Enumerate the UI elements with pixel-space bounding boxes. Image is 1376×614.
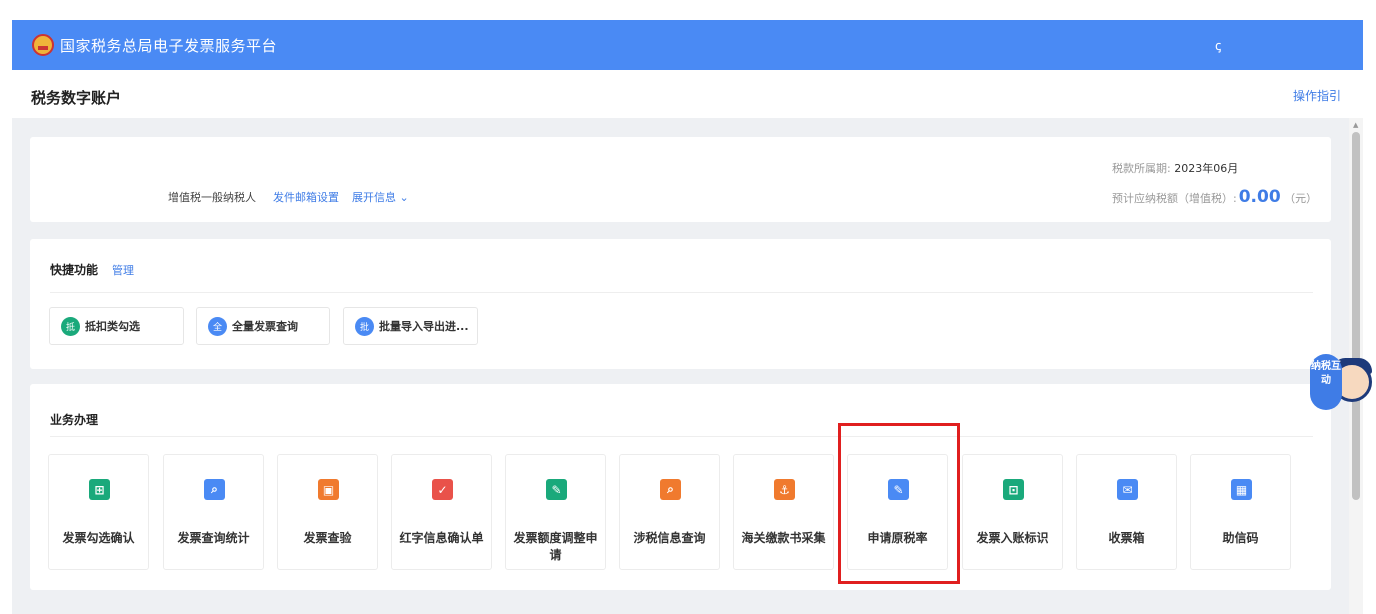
tax-period: 税款所属期: 2023年06月 (1112, 160, 1238, 176)
scroll-thumb[interactable] (1352, 132, 1360, 500)
quick-functions-title: 快捷功能 (50, 263, 99, 277)
full-query-badge-icon: 全 (208, 316, 227, 336)
business-tile[interactable]: ⌕ 发票查询统计 (163, 454, 264, 570)
mascot-label: 纳税互动 (1310, 354, 1342, 410)
business-tile-label: 发票入账标识 (976, 531, 1049, 545)
business-card: 业务办理 ⊞ 发票勾选确认 ⌕ 发票查询统计 ▣ 发票查验 ✓ 红字信息确认单 ✎ 发票额度调整申… (30, 384, 1331, 590)
invoice-check-icon: ⊞ (89, 479, 110, 500)
taxpayer-info-card: 增值税一般纳税人 发件邮箱设置 展开信息 ⌄ 税款所属期: 2023年06月 预… (30, 137, 1331, 222)
invoice-account-icon: ⊡ (1003, 479, 1024, 500)
deduction-badge-icon: 抵 (61, 316, 80, 336)
highlight-box (838, 423, 960, 584)
tax-info-search-icon: ⌕ (660, 479, 681, 500)
expand-info-link[interactable]: 展开信息 ⌄ (352, 189, 409, 205)
business-tile-label: 助信码 (1222, 531, 1259, 545)
quick-item-label: 全量发票查询 (232, 320, 298, 333)
operation-guide-link[interactable]: 操作指引 (1293, 87, 1341, 104)
business-tile-label: 收票箱 (1108, 531, 1145, 545)
manage-link[interactable]: 管理 (112, 262, 134, 278)
business-tile[interactable]: ⊡ 发票入账标识 (962, 454, 1063, 570)
chevron-down-icon: ⌄ (399, 191, 409, 204)
business-tile[interactable]: ▣ 发票查验 (277, 454, 378, 570)
tax-interaction-mascot[interactable]: 纳税互动 (1310, 350, 1376, 412)
top-header: 国家税务总局电子发票服务平台 ꞔ (12, 20, 1363, 70)
tax-period-value: 2023年06月 (1174, 162, 1239, 175)
invoice-verify-icon: ▣ (318, 479, 339, 500)
business-tile-label: 发票额度调整申请 (513, 531, 598, 562)
tax-period-label: 税款所属期: (1112, 162, 1171, 175)
taxpayer-type: 增值税一般纳税人 (168, 191, 256, 204)
user-icon[interactable]: ꞔ (1215, 36, 1221, 54)
business-tile-label: 发票查验 (303, 531, 352, 545)
estimated-tax: 预计应纳税额（增值税）: 0.00 （元） (1112, 187, 1317, 207)
tax-emblem-icon (32, 34, 54, 56)
business-tile[interactable]: ⌕ 涉税信息查询 (619, 454, 720, 570)
qr-code-icon: ▦ (1231, 479, 1252, 500)
business-tile[interactable]: ▦ 助信码 (1190, 454, 1291, 570)
page-header: 税务数字账户 操作指引 (12, 72, 1363, 118)
business-tile-label: 红字信息确认单 (399, 531, 484, 545)
business-tile-label: 发票勾选确认 (62, 531, 135, 545)
platform-title: 国家税务总局电子发票服务平台 (60, 36, 278, 55)
expand-info-label: 展开信息 (352, 191, 396, 204)
business-tile[interactable]: ⚓ 海关缴款书采集 (733, 454, 834, 570)
business-tile[interactable]: ✎ 发票额度调整申请 (505, 454, 606, 570)
divider (50, 292, 1313, 293)
customs-payment-icon: ⚓ (774, 479, 795, 500)
business-tile[interactable]: ✉ 收票箱 (1076, 454, 1177, 570)
quick-functions-card: 快捷功能 管理 抵 抵扣类勾选 全 全量发票查询 批 批量导入导出进... (30, 239, 1331, 369)
quick-deduction-select-button[interactable]: 抵 抵扣类勾选 (49, 307, 184, 345)
business-title: 业务办理 (50, 413, 99, 427)
quick-item-label: 抵扣类勾选 (85, 320, 140, 333)
business-tile-label: 涉税信息查询 (633, 531, 706, 545)
business-tile[interactable]: ⊞ 发票勾选确认 (48, 454, 149, 570)
batch-badge-icon: 批 (355, 316, 374, 336)
page-title: 税务数字账户 (31, 89, 122, 107)
estimated-tax-label: 预计应纳税额（增值税）: (1112, 192, 1237, 205)
mail-settings-link[interactable]: 发件邮箱设置 (273, 189, 339, 205)
business-tile[interactable]: ✓ 红字信息确认单 (391, 454, 492, 570)
quick-item-label: 批量导入导出进... (379, 320, 469, 333)
estimated-tax-unit: （元） (1284, 192, 1318, 205)
quota-adjust-icon: ✎ (546, 479, 567, 500)
scroll-up-icon[interactable]: ▲ (1353, 121, 1358, 129)
divider (50, 436, 1313, 437)
business-tile-label: 发票查询统计 (177, 531, 250, 545)
red-letter-icon: ✓ (432, 479, 453, 500)
quick-batch-import-export-button[interactable]: 批 批量导入导出进... (343, 307, 478, 345)
business-tile-label: 海关缴款书采集 (741, 531, 826, 545)
quick-full-invoice-query-button[interactable]: 全 全量发票查询 (196, 307, 330, 345)
estimated-tax-amount: 0.00 (1238, 187, 1281, 207)
mailbox-icon: ✉ (1117, 479, 1138, 500)
invoice-search-icon: ⌕ (204, 479, 225, 500)
